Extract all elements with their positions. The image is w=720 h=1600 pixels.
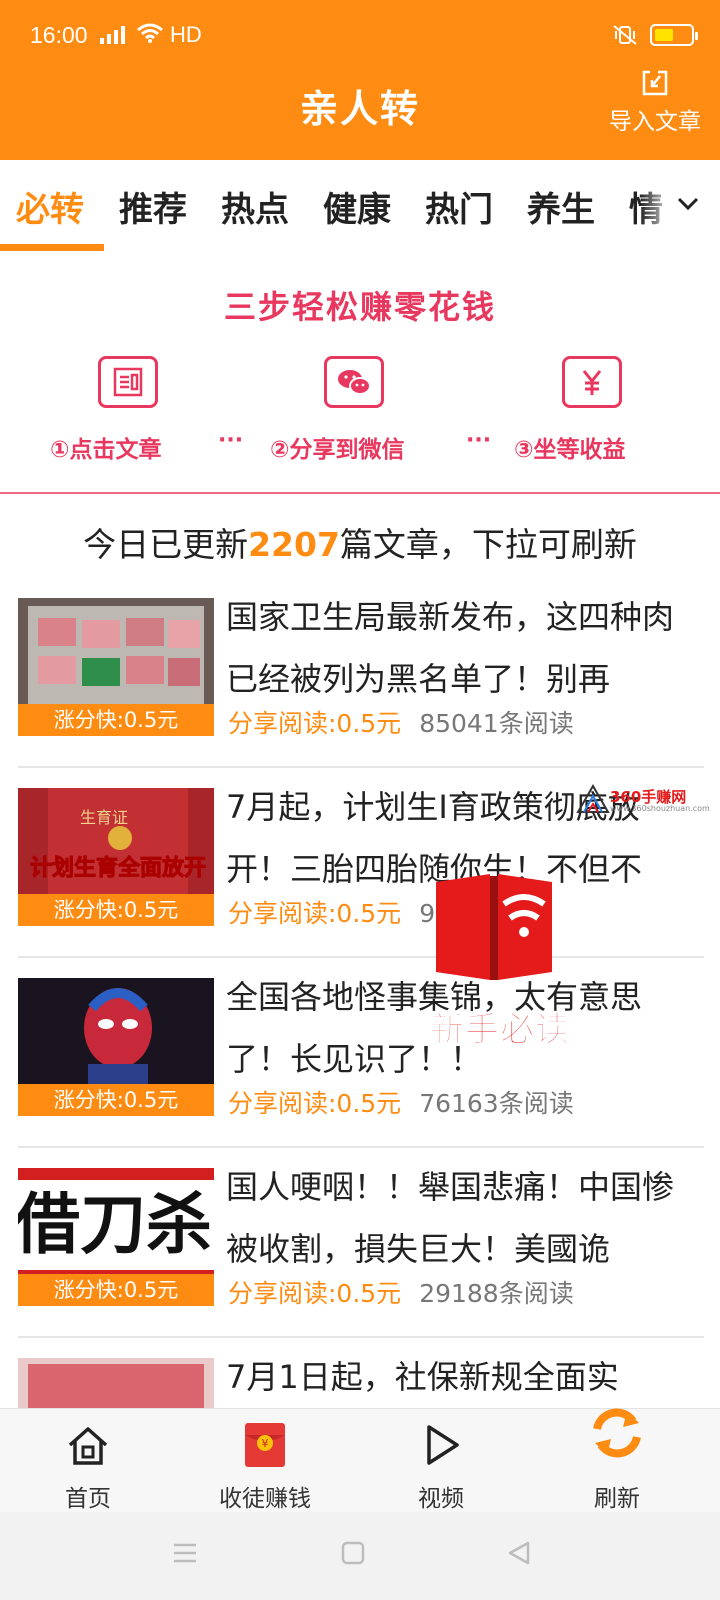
tab-bizhuan[interactable]: 必转 xyxy=(16,182,84,231)
nav-video-label: 视频 xyxy=(418,1486,464,1512)
system-navigation-bar xyxy=(0,1512,720,1600)
article-item[interactable]: 涨分快:0.5元 全国各地怪事集锦，太有意思了！长见识了！！ 分享阅读:0.5元… xyxy=(0,978,720,1172)
article-meta: 分享阅读:0.5元 85041条阅读 xyxy=(228,704,574,740)
tab-yangsheng[interactable]: 养生 xyxy=(527,182,595,231)
nav-home-label: 首页 xyxy=(65,1486,111,1512)
active-tab-indicator xyxy=(0,244,104,251)
article-badge: 涨分快:0.5元 xyxy=(18,1084,214,1116)
article-thumbnail: 涨分快:0.5元 xyxy=(18,598,214,736)
update-count: 2207 xyxy=(248,525,340,564)
import-article-button[interactable]: 导入文章 xyxy=(600,68,710,136)
share-reward: 分享阅读:0.5元 xyxy=(228,709,402,738)
refresh-icon xyxy=(593,1408,641,1458)
signal-icon xyxy=(100,24,125,44)
article-thumbnail: 涨分快:0.5元 xyxy=(18,978,214,1116)
category-tabs: 必转 推荐 热点 健康 热门 养生 情 xyxy=(0,160,720,252)
back-icon[interactable] xyxy=(506,1540,532,1566)
watermark-logo-icon xyxy=(576,783,610,813)
status-bar: 16:00 HD xyxy=(0,0,720,72)
share-reward: 分享阅读:0.5元 xyxy=(228,1279,402,1308)
share-reward: 分享阅读:0.5元 xyxy=(228,899,402,928)
tab-remen[interactable]: 热门 xyxy=(425,182,493,231)
promo-banner[interactable]: 三步轻松赚零花钱 ①点击文章 ··· ②分享到微信 ··· ③坐等收益 xyxy=(0,252,720,494)
nav-home[interactable]: 首页 xyxy=(8,1409,168,1513)
article-icon xyxy=(98,356,158,408)
step-separator: ··· xyxy=(466,428,492,453)
vibrate-icon xyxy=(613,25,637,45)
battery-icon xyxy=(650,24,698,46)
article-badge: 涨分快:0.5元 xyxy=(18,704,214,736)
notice-prefix: 今日已更新 xyxy=(83,525,249,564)
read-count: 76163条阅读 xyxy=(419,1089,574,1118)
step-2-label: ②分享到微信 xyxy=(270,437,405,463)
home-icon xyxy=(68,1427,108,1465)
nav-refresh[interactable]: 刷新 xyxy=(537,1408,697,1513)
yuan-icon xyxy=(562,356,622,408)
update-notice: 今日已更新2207篇文章，下拉可刷新 xyxy=(0,518,720,566)
status-time: 16:00 xyxy=(30,22,88,48)
article-thumbnail: 生育证 计划生育全面放开 涨分快:0.5元 xyxy=(18,788,214,926)
share-reward: 分享阅读:0.5元 xyxy=(228,1089,402,1118)
import-icon xyxy=(642,70,668,96)
article-meta: 分享阅读:0.5元 76163条阅读 xyxy=(228,1084,574,1120)
divider xyxy=(18,1146,704,1148)
article-item[interactable]: 借刀杀 涨分快:0.5元 国人哽咽！！舉国悲痛！中国惨被收割，損失巨大！美國诡 … xyxy=(0,1168,720,1362)
svg-text:¥: ¥ xyxy=(262,1437,269,1450)
step-1-label: ①点击文章 xyxy=(50,437,162,463)
article-title: 国家卫生局最新发布，这四种肉已经被列为黑名单了！别再 xyxy=(226,598,675,698)
thumb-caption: 计划生育全面放开 xyxy=(29,856,207,882)
article-item[interactable]: 生育证 计划生育全面放开 涨分快:0.5元 7月起，计划生I育政策彻底放开！三胎… xyxy=(0,788,720,982)
app-screen: 16:00 HD 亲人转 导入文章 必转 推荐 热点 健康 热门 养生 三步轻松… xyxy=(0,0,720,1600)
menu-icon[interactable] xyxy=(172,1540,198,1566)
thumb-subtitle: 生育证 xyxy=(80,808,129,827)
nav-video[interactable]: 视频 xyxy=(361,1409,521,1513)
wifi-icon xyxy=(137,23,163,43)
chevron-down-icon[interactable] xyxy=(676,196,700,212)
promo-title: 三步轻松赚零花钱 xyxy=(223,288,496,326)
read-count: 85041条阅读 xyxy=(419,709,574,738)
home-square-icon[interactable] xyxy=(340,1540,366,1566)
play-icon xyxy=(427,1425,459,1465)
divider xyxy=(18,1336,704,1338)
divider xyxy=(18,766,704,768)
nav-recruit-label: 收徒赚钱 xyxy=(219,1486,311,1512)
step-3-label: ③坐等收益 xyxy=(514,437,626,463)
bottom-navigation: 首页 ¥ 收徒赚钱 视频 刷新 xyxy=(0,1408,720,1512)
tab-redian[interactable]: 热点 xyxy=(221,182,289,231)
article-meta: 分享阅读:0.5元 29188条阅读 xyxy=(228,1274,574,1310)
newbie-guide-icon[interactable] xyxy=(432,872,556,988)
read-count: 29188条阅读 xyxy=(419,1279,574,1308)
nav-recruit[interactable]: ¥ 收徒赚钱 xyxy=(185,1409,345,1513)
step-separator: ··· xyxy=(218,428,244,453)
notice-suffix: 篇文章，下拉可刷新 xyxy=(339,525,637,564)
nav-refresh-label: 刷新 xyxy=(594,1486,640,1512)
tab-jiankang[interactable]: 健康 xyxy=(323,182,391,231)
article-title: 国人哽咽！！舉国悲痛！中国惨被收割，損失巨大！美國诡 xyxy=(226,1168,675,1268)
article-badge: 涨分快:0.5元 xyxy=(18,1274,214,1306)
article-item[interactable]: 涨分快:0.5元 国家卫生局最新发布，这四种肉已经被列为黑名单了！别再 分享阅读… xyxy=(0,598,720,792)
thumb-caption: 借刀杀 xyxy=(18,1186,212,1263)
red-envelope-icon: ¥ xyxy=(245,1423,285,1467)
import-article-label: 导入文章 xyxy=(609,109,701,135)
newbie-guide-label[interactable]: 新手必读 xyxy=(430,1002,570,1051)
tab-tuijian[interactable]: 推荐 xyxy=(119,182,187,231)
hd-indicator: HD xyxy=(170,22,202,47)
article-thumbnail: 借刀杀 涨分快:0.5元 xyxy=(18,1168,214,1306)
wechat-icon xyxy=(324,356,384,408)
app-header: 16:00 HD 亲人转 导入文章 xyxy=(0,0,720,160)
watermark-url: www.360shouzhuan.com xyxy=(610,804,710,813)
divider xyxy=(18,956,704,958)
article-badge: 涨分快:0.5元 xyxy=(18,894,214,926)
